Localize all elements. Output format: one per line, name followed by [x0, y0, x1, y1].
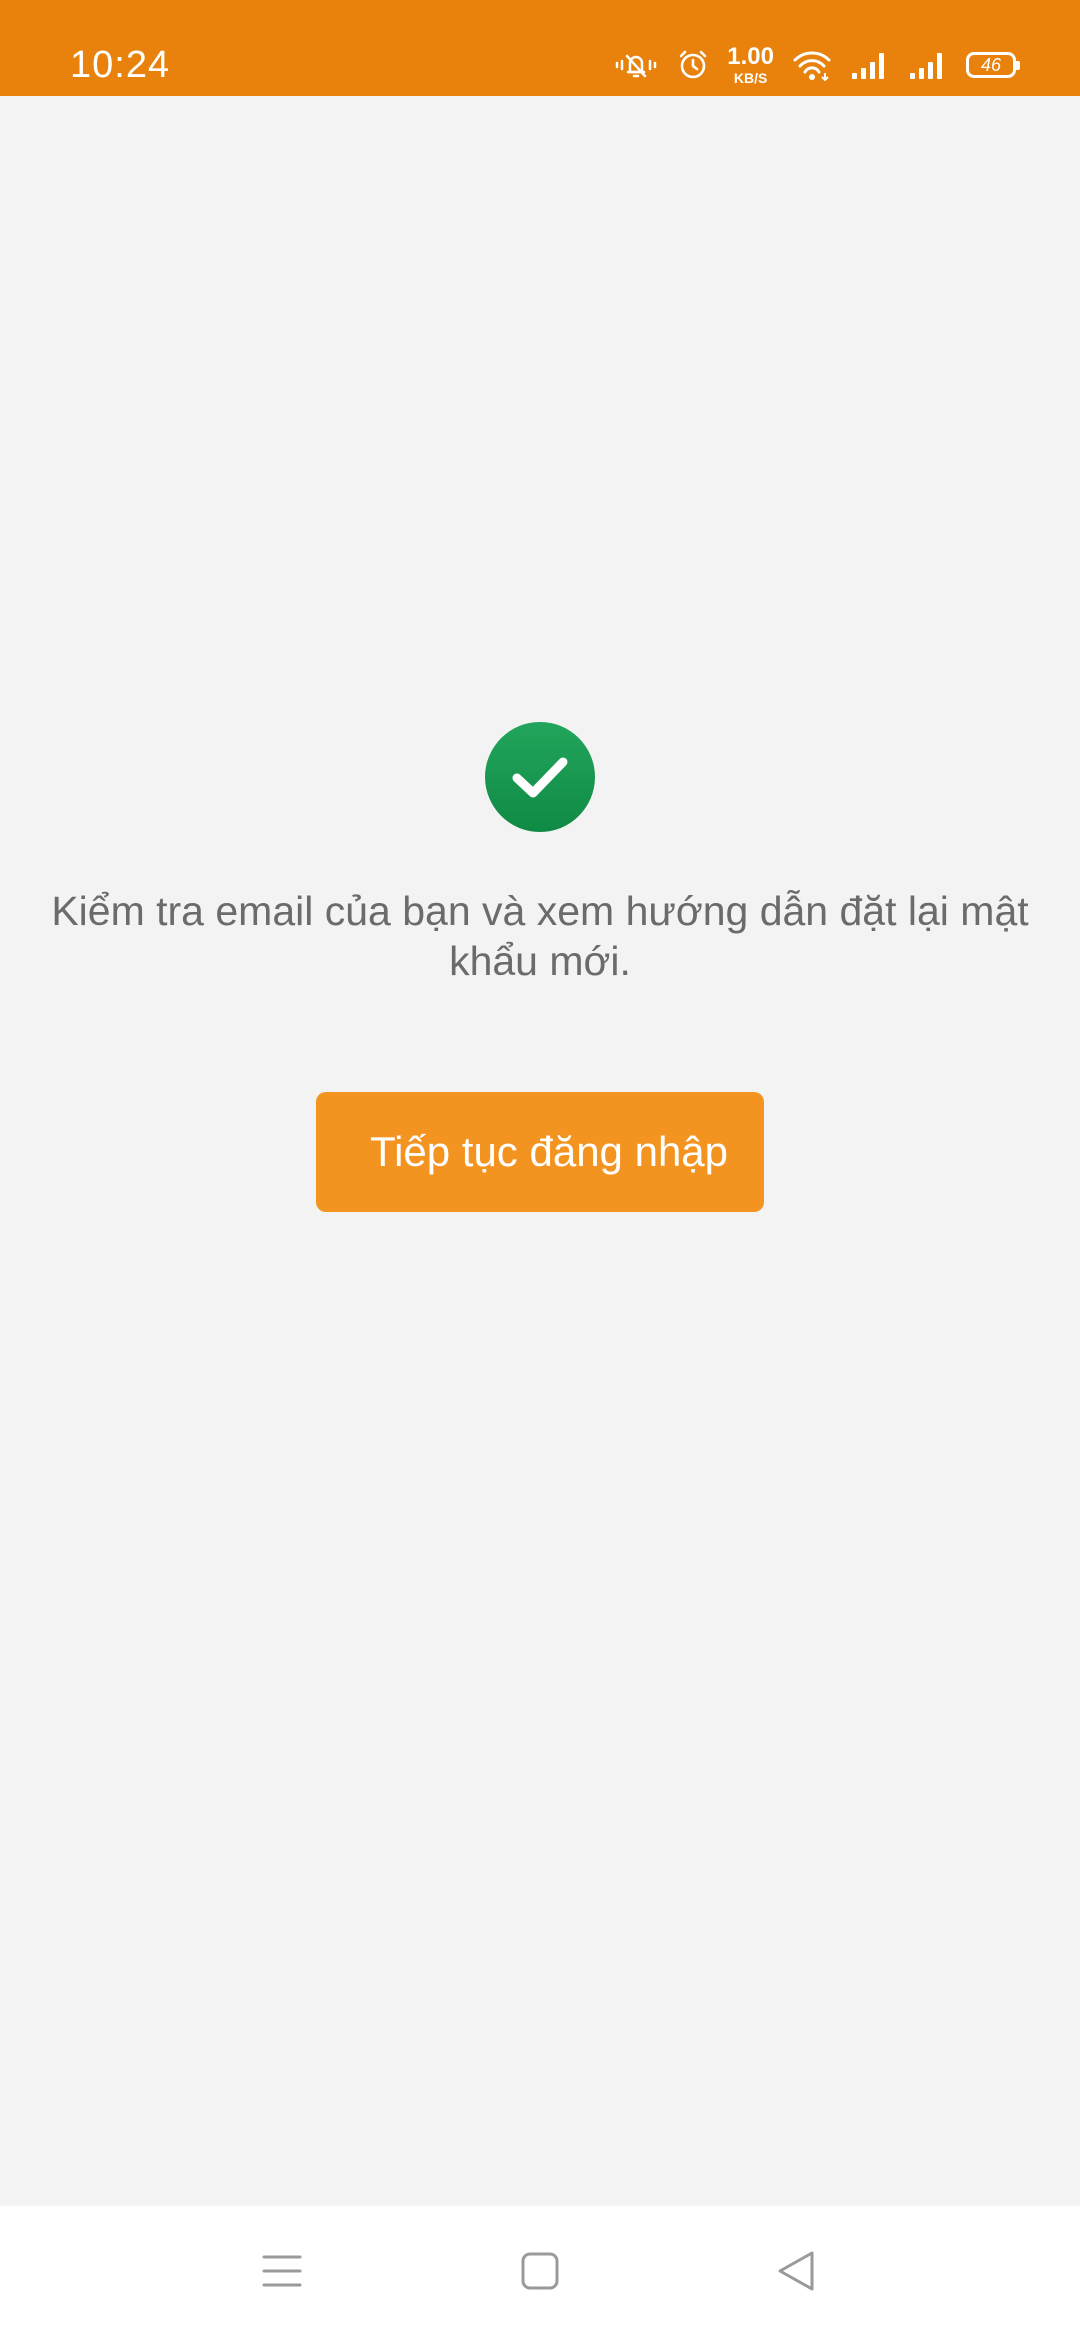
menu-icon	[262, 2253, 302, 2294]
net-speed: 1.00 KB/S	[727, 43, 774, 86]
net-speed-unit: KB/S	[733, 70, 768, 86]
back-icon	[776, 2249, 816, 2298]
battery-level: 46	[980, 54, 1002, 75]
instruction-message: Kiểm tra email của bạn và xem hướng dẫn …	[51, 888, 1029, 984]
signal-1-icon	[850, 49, 890, 81]
check-circle-icon	[485, 722, 595, 832]
alarm-icon	[677, 49, 709, 81]
signal-2-icon	[908, 49, 948, 81]
menu-button[interactable]	[222, 2206, 342, 2340]
status-time: 10:24	[70, 44, 171, 86]
main-content: Kiểm tra email của bạn và xem hướng dẫn …	[0, 96, 1080, 2206]
navigation-bar	[0, 2206, 1080, 2340]
back-button[interactable]	[736, 2206, 856, 2340]
status-bar: 10:24 1.00 KB/S 46	[0, 0, 1080, 96]
continue-login-button[interactable]: Tiếp tục đăng nhập	[316, 1092, 764, 1212]
battery-icon: 46	[966, 52, 1020, 78]
status-icons: 1.00 KB/S 46	[613, 40, 1020, 90]
net-speed-value: 1.00	[727, 43, 774, 70]
vibrate-mute-icon	[613, 50, 659, 80]
home-icon	[520, 2251, 560, 2296]
wifi-icon	[792, 49, 832, 81]
continue-login-label: Tiếp tục đăng nhập	[369, 1128, 729, 1175]
home-button[interactable]	[480, 2206, 600, 2340]
